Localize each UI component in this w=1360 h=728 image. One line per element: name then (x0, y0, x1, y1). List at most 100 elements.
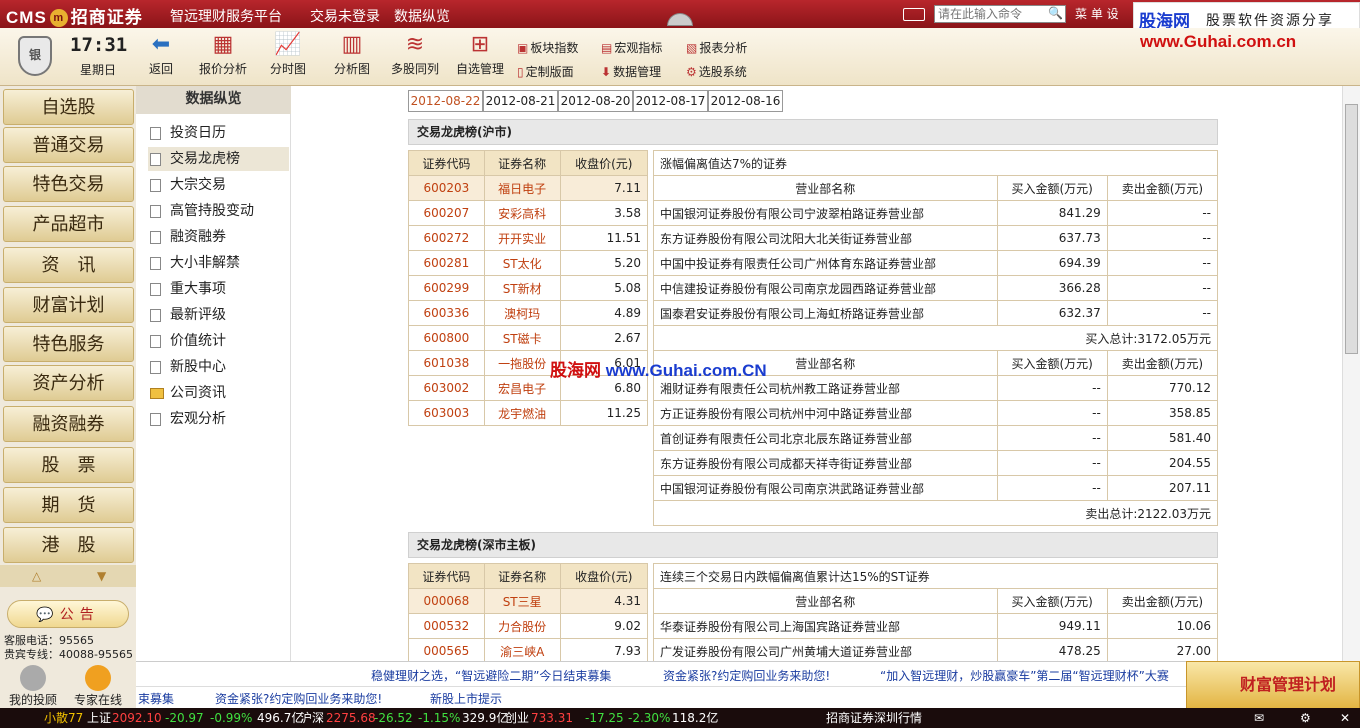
table-row[interactable]: 000068 ST三星 4.31 (408, 588, 649, 614)
close-icon[interactable]: ✕ (1340, 708, 1350, 728)
sub-menu-item[interactable]: 融资融券 (148, 225, 289, 249)
sub-menu-item[interactable]: 价值统计 (148, 329, 289, 353)
nav-item[interactable]: 融资融券 (3, 406, 134, 442)
sub-menu-item[interactable]: 交易龙虎榜 (148, 147, 289, 171)
date-tab[interactable]: 2012-08-22 (408, 90, 483, 112)
search-icon[interactable]: 🔍 (1048, 6, 1063, 20)
vertical-scrollbar[interactable] (1342, 86, 1360, 661)
nav-item[interactable]: 自选股 (3, 89, 134, 125)
sub-menu-item[interactable]: 大小非解禁 (148, 251, 289, 275)
table-row[interactable]: 广发证券股份有限公司广州黄埔大道证券营业部 478.25 27.00 (653, 638, 1219, 664)
table-row[interactable]: 方正证券股份有限公司杭州中河中路证券营业部 -- 358.85 (653, 400, 1219, 426)
table-row[interactable]: 中国银河证券股份有限公司宁波翠柏路证券营业部 841.29 -- (653, 200, 1219, 226)
scroll-thumb[interactable] (1345, 104, 1358, 354)
menu-platform[interactable]: 智远理财服务平台 (170, 6, 282, 26)
custom-layout-button[interactable]: ▯ 定制版面 (517, 63, 574, 80)
nav-item[interactable]: 特色服务 (3, 326, 134, 362)
multi-stock-button[interactable]: ≋ 多股同列 (385, 30, 445, 77)
table-row[interactable]: 603003 龙宇燃油 11.25 (408, 400, 649, 426)
ticker-item[interactable]: “加入智远理财，炒股赢豪车”第二届“智远理财杯”大赛 (880, 667, 1169, 684)
notice-button[interactable]: 💬公告 (7, 600, 129, 628)
sub-menu-item[interactable]: 最新评级 (148, 303, 289, 327)
total-amount: 买入总计:3172.05万元 (653, 325, 1218, 351)
sub-menu-item[interactable]: 投资日历 (148, 121, 289, 145)
macro-indicator-button[interactable]: ▤ 宏观指标 (601, 39, 662, 56)
sub-menu-item[interactable]: 高管持股变动 (148, 199, 289, 223)
kline-chart-button[interactable]: ▥ 分析图 (322, 30, 382, 77)
stock-code: 603003 (408, 400, 485, 426)
table-row[interactable]: 国泰君安证券股份有限公司上海虹桥路证券营业部 632.37 -- (653, 300, 1219, 326)
nav-item[interactable]: 普通交易 (3, 127, 134, 163)
sub-menu-item[interactable]: 大宗交易 (148, 173, 289, 197)
sz-label: 沪深 (300, 711, 325, 725)
table-row[interactable]: 600207 安彩高科 3.58 (408, 200, 649, 226)
ticker-item[interactable]: 资金紧张?约定购回业务来助您! (215, 690, 382, 707)
cy-label: 创业 (505, 711, 530, 725)
table-row[interactable]: 中信建投证券股份有限公司南京龙园西路证券营业部 366.28 -- (653, 275, 1219, 301)
date-tab[interactable]: 2012-08-20 (558, 90, 633, 112)
nav-item[interactable]: 资 讯 (3, 247, 134, 283)
data-manage-button[interactable]: ⬇ 数据管理 (601, 63, 661, 80)
table-row[interactable]: 600299 ST新材 5.08 (408, 275, 649, 301)
table-row[interactable]: 首创证券有限责任公司北京北辰东路证券营业部 -- 581.40 (653, 425, 1219, 451)
table-row[interactable]: 东方证券股份有限公司沈阳大北关街证券营业部 637.73 -- (653, 225, 1219, 251)
table-row[interactable]: 华泰证券股份有限公司上海国宾路证券营业部 949.11 10.06 (653, 613, 1219, 639)
nav-down-icon[interactable]: ▼ (97, 569, 106, 583)
date-tab[interactable]: 2012-08-16 (708, 90, 783, 112)
document-icon (150, 361, 161, 374)
command-input[interactable] (934, 5, 1066, 23)
sub-menu-item[interactable]: 重大事项 (148, 277, 289, 301)
sell-amount: 770.12 (1106, 375, 1219, 401)
mail-icon[interactable]: ✉ (1254, 708, 1264, 728)
stock-code: 600207 (408, 200, 485, 226)
column-header: 证券代码 (408, 150, 485, 176)
menu-login-status[interactable]: 交易未登录 (310, 6, 380, 26)
table-row[interactable]: 000532 力合股份 9.02 (408, 613, 649, 639)
sector-index-button[interactable]: ▣ 板块指数 (517, 39, 578, 56)
my-advisor-button[interactable]: 我的投顾 (8, 665, 58, 708)
sub-menu-item[interactable]: 宏观分析 (148, 407, 289, 431)
table-row[interactable]: 中国银河证券股份有限公司南京洪武路证券营业部 -- 207.11 (653, 475, 1219, 501)
wealth-plan-banner[interactable]: 财富管理计划 (1186, 661, 1360, 709)
ticker-item[interactable]: 束募集 (138, 690, 174, 707)
nav-item[interactable]: 股 票 (3, 447, 134, 483)
nav-item[interactable]: 财富计划 (3, 287, 134, 323)
menu-data-overview[interactable]: 数据纵览 (394, 6, 450, 26)
collapse-toolbar-button[interactable] (667, 13, 693, 26)
menu-button[interactable]: 菜 单 设 (1075, 5, 1119, 22)
table-row[interactable]: 600281 ST太化 5.20 (408, 250, 649, 276)
report-analysis-button[interactable]: ▧ 报表分析 (686, 39, 747, 56)
settings-icon[interactable]: ⚙ (1300, 708, 1311, 728)
table-row[interactable]: 000565 渝三峡A 7.93 (408, 638, 649, 664)
nav-item[interactable]: 港 股 (3, 527, 134, 563)
table-row[interactable]: 东方证券股份有限公司成都天祥寺街证券营业部 -- 204.55 (653, 450, 1219, 476)
header-row: 证券代码 证券名称 收盘价(元) (408, 563, 649, 589)
watchlist-manage-button[interactable]: ⊞ 自选管理 (450, 30, 510, 77)
minute-chart-button[interactable]: 📈 分时图 (258, 30, 318, 77)
nav-up-icon[interactable]: △ (32, 569, 41, 583)
sub-menu-item[interactable]: 公司资讯 (148, 381, 289, 405)
ticker-item[interactable]: 资金紧张?约定购回业务来助您! (663, 667, 830, 684)
table-row[interactable]: 600336 澳柯玛 4.89 (408, 300, 649, 326)
nav-item[interactable]: 期 货 (3, 487, 134, 523)
table-row[interactable]: 600203 福日电子 7.11 (408, 175, 649, 201)
keyboard-icon[interactable] (903, 8, 925, 21)
expert-online-button[interactable]: 专家在线 (73, 665, 123, 708)
nav-item[interactable]: 资产分析 (3, 365, 134, 401)
nav-item[interactable]: 产品超市 (3, 206, 134, 242)
table-row[interactable]: 600272 开开实业 11.51 (408, 225, 649, 251)
dept-name: 方正证券股份有限公司杭州中河中路证券营业部 (653, 400, 998, 426)
date-tab[interactable]: 2012-08-17 (633, 90, 708, 112)
ticker-item[interactable]: 稳健理财之选，“智远避险二期”今日结束募集 (371, 667, 611, 684)
table-row[interactable]: 中国中投证券有限责任公司广州体育东路证券营业部 694.39 -- (653, 250, 1219, 276)
line-chart-icon: 📈 (274, 32, 302, 57)
back-button[interactable]: ⬅ 返回 (131, 30, 191, 77)
document-icon (150, 413, 161, 426)
quote-analysis-button[interactable]: ▦ 报价分析 (193, 30, 253, 77)
ticker-item[interactable]: 新股上市提示 (430, 690, 502, 707)
nav-item[interactable]: 特色交易 (3, 166, 134, 202)
date-tab[interactable]: 2012-08-21 (483, 90, 558, 112)
stock-picker-button[interactable]: ⚙ 选股系统 (686, 63, 747, 80)
table-row[interactable]: 600800 ST磁卡 2.67 (408, 325, 649, 351)
sub-menu-item[interactable]: 新股中心 (148, 355, 289, 379)
